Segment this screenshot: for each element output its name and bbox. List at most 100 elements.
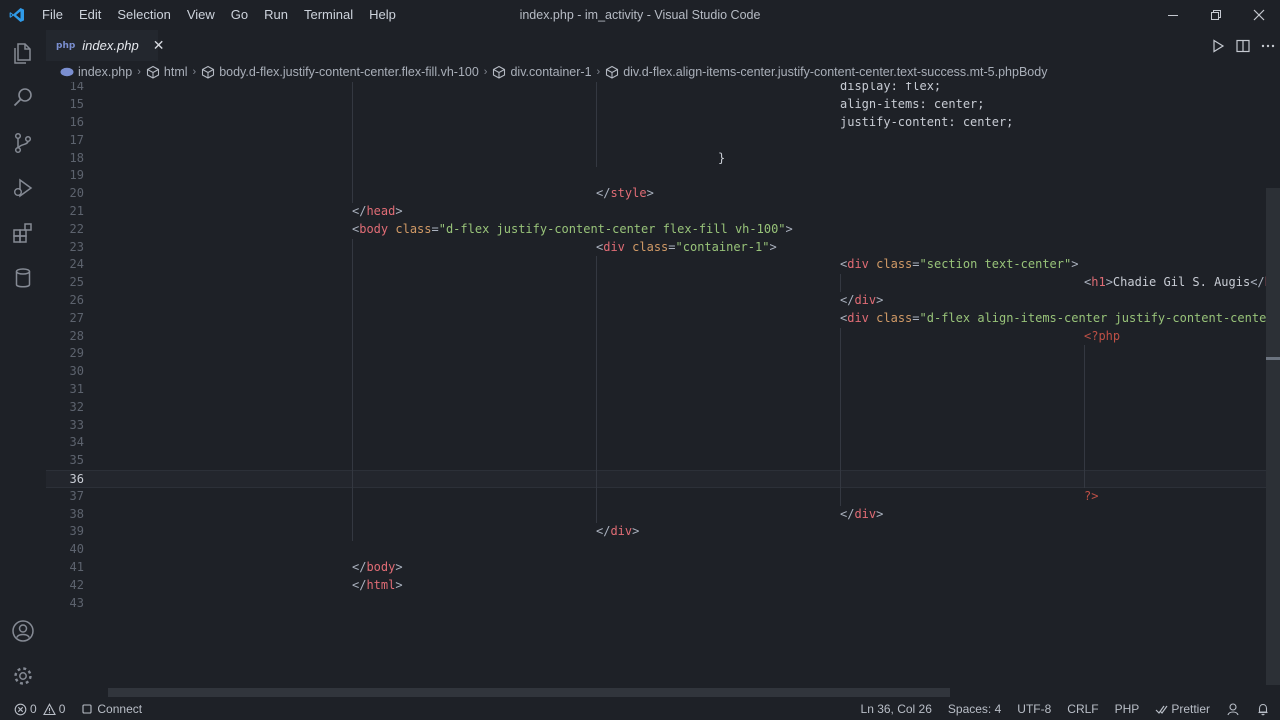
breadcrumb-item-file[interactable]: index.php bbox=[60, 65, 132, 79]
connect-button[interactable]: Connect bbox=[73, 698, 150, 720]
code-line[interactable]: 22 <body class="d-flex justify-content-ce… bbox=[46, 221, 1266, 239]
breadcrumb-item-container[interactable]: div.container-1 bbox=[492, 64, 592, 79]
database-icon bbox=[15, 267, 31, 287]
code-line[interactable]: 16 justify-content: center; bbox=[46, 114, 1266, 132]
indent-guide bbox=[352, 149, 353, 168]
code-line[interactable]: 43 bbox=[46, 595, 1266, 613]
code-line[interactable]: 33echo "<h3>Connected to $dbname at host… bbox=[46, 417, 1266, 435]
menu-run[interactable]: Run bbox=[256, 0, 296, 30]
close-window-button[interactable] bbox=[1237, 0, 1280, 30]
database-button[interactable] bbox=[0, 255, 46, 300]
error-icon bbox=[14, 703, 27, 715]
code-line[interactable]: 34} catch (PDOException $pe) { bbox=[46, 434, 1266, 452]
code-line[interactable]: 36} bbox=[46, 470, 1266, 488]
code-line[interactable]: 28 <?php bbox=[46, 328, 1266, 346]
code-line[interactable]: 14 display: flex; bbox=[46, 82, 1266, 96]
menu-terminal[interactable]: Terminal bbox=[296, 0, 361, 30]
indent-guide bbox=[596, 327, 597, 346]
breadcrumb-label: div.container-1 bbox=[510, 64, 592, 79]
code-line[interactable]: 29require ('config.php'); bbox=[46, 345, 1266, 363]
indent-guide bbox=[840, 274, 841, 292]
code-line[interactable]: 17 bbox=[46, 132, 1266, 150]
indentation-setting[interactable]: Spaces: 4 bbox=[940, 698, 1009, 720]
code-line[interactable]: 38 </div> bbox=[46, 506, 1266, 524]
indent-guide bbox=[1084, 345, 1085, 364]
eol-setting[interactable]: CRLF bbox=[1059, 698, 1106, 720]
code-line[interactable]: 26 </div> bbox=[46, 292, 1266, 310]
accounts-button[interactable] bbox=[0, 608, 46, 653]
cursor-position-marker bbox=[1266, 357, 1280, 360]
code-token: </ bbox=[352, 560, 367, 574]
code-line[interactable]: 24 <div class="section text-center"> bbox=[46, 256, 1266, 274]
code-line[interactable]: 37 ?> bbox=[46, 488, 1266, 506]
code-line[interactable]: 31$conn = new PDO("mysql:host=$host;dbna… bbox=[46, 381, 1266, 399]
code-line[interactable]: 19 bbox=[46, 167, 1266, 185]
editor-actions bbox=[1205, 30, 1280, 61]
code-line[interactable]: 18} bbox=[46, 150, 1266, 168]
line-number: 17 bbox=[69, 132, 84, 147]
horizontal-scrollbar-thumb[interactable] bbox=[108, 688, 950, 697]
prettier-status[interactable]: Prettier bbox=[1147, 698, 1218, 720]
minimize-button[interactable] bbox=[1151, 0, 1194, 30]
code-line[interactable]: 39 </div> bbox=[46, 523, 1266, 541]
code-line[interactable]: 25<h1>Chadie Gil S. Augis</h1> bbox=[46, 274, 1280, 292]
breadcrumb-item-body[interactable]: body.d-flex.justify-content-center.flex-… bbox=[201, 65, 479, 79]
indent-guide bbox=[352, 185, 353, 203]
code-line[interactable]: 23 <div class="container-1"> bbox=[46, 239, 1266, 257]
line-number: 38 bbox=[69, 506, 84, 521]
chevron-right-icon: › bbox=[596, 65, 601, 78]
more-actions-button[interactable] bbox=[1255, 30, 1280, 61]
menu-go[interactable]: Go bbox=[223, 0, 256, 30]
menu-view[interactable]: View bbox=[179, 0, 223, 30]
code-token: div bbox=[610, 524, 633, 539]
run-file-button[interactable] bbox=[1205, 30, 1230, 61]
encoding-setting[interactable]: UTF-8 bbox=[1009, 698, 1059, 720]
code-text: <div class="d-flex align-items-center ju… bbox=[840, 310, 1280, 328]
extensions-button[interactable] bbox=[0, 210, 46, 255]
code-line[interactable]: 20 </style> bbox=[46, 185, 1266, 203]
indent-guide bbox=[352, 398, 353, 417]
indent-guide bbox=[1084, 470, 1085, 488]
code-line[interactable]: 27 <div class="d-flex align-items-center … bbox=[46, 310, 1274, 328]
split-editor-button[interactable] bbox=[1230, 30, 1255, 61]
cursor-position[interactable]: Ln 36, Col 26 bbox=[853, 698, 940, 720]
indent-guide bbox=[840, 345, 841, 364]
vertical-scrollbar-thumb[interactable] bbox=[1266, 188, 1280, 685]
menu-help[interactable]: Help bbox=[361, 0, 404, 30]
breadcrumb-item-html[interactable]: html bbox=[146, 65, 188, 79]
code-token: body bbox=[366, 560, 396, 574]
feedback-button[interactable] bbox=[1218, 698, 1248, 720]
code-line[interactable]: 15 align-items: center; bbox=[46, 96, 1266, 114]
restore-button[interactable] bbox=[1194, 0, 1237, 30]
code-editor[interactable]: 14 display: flex; 15 align-items: center; 16… bbox=[46, 82, 1280, 685]
code-line[interactable]: 35die("Could not connect to the database… bbox=[46, 452, 1266, 470]
code-line[interactable]: 41 </body> bbox=[46, 559, 1266, 577]
language-mode[interactable]: PHP bbox=[1107, 698, 1148, 720]
explorer-button[interactable] bbox=[0, 30, 46, 75]
breadcrumb-item-phpbody[interactable]: div.d-flex.align-items-center.justify-co… bbox=[605, 65, 1047, 79]
code-line[interactable]: 42 </html> bbox=[46, 577, 1266, 595]
search-button[interactable] bbox=[0, 75, 46, 120]
code-text: </html> bbox=[352, 577, 403, 595]
notifications-button[interactable] bbox=[1248, 698, 1280, 720]
warning-icon bbox=[42, 702, 56, 715]
indent-guide bbox=[840, 398, 841, 417]
run-debug-button[interactable] bbox=[0, 165, 46, 210]
menu-file[interactable]: File bbox=[34, 0, 71, 30]
vertical-scrollbar[interactable] bbox=[1266, 82, 1280, 685]
menu-selection[interactable]: Selection bbox=[109, 0, 178, 30]
manage-button[interactable] bbox=[0, 653, 46, 698]
code-line[interactable]: 40 bbox=[46, 541, 1266, 559]
code-line[interactable]: 21 </head> bbox=[46, 203, 1266, 221]
indent-guide bbox=[840, 452, 841, 470]
code-token: } bbox=[718, 150, 726, 165]
tab-close-icon[interactable]: ✕ bbox=[153, 37, 165, 54]
code-token: class bbox=[395, 221, 432, 236]
source-control-button[interactable] bbox=[0, 120, 46, 165]
menu-edit[interactable]: Edit bbox=[71, 0, 109, 30]
source-control-icon bbox=[14, 132, 32, 153]
problems-indicator[interactable]: 0 0 bbox=[0, 698, 73, 720]
code-line[interactable]: 30try { bbox=[46, 363, 1266, 381]
tab-index-php[interactable]: php index.php ✕ bbox=[46, 30, 164, 61]
code-line[interactable]: 32 bbox=[46, 399, 1266, 417]
